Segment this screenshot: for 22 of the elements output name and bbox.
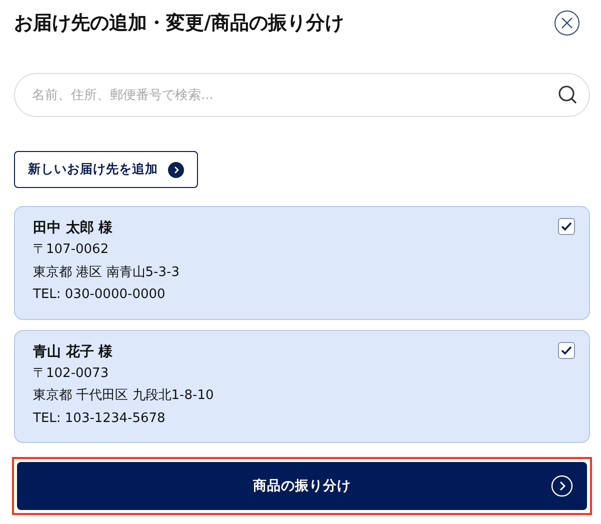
address-card[interactable]: 青山 花子 様 〒102-0073 東京都 千代田区 九段北1-8-10 TEL: 103-1234-5678 <box>14 330 590 443</box>
close-icon[interactable] <box>554 10 580 36</box>
street-address: 東京都 港区 南青山5-3-3 <box>33 264 180 282</box>
check-icon <box>561 346 572 354</box>
chevron-icon <box>551 475 573 497</box>
search-icon <box>558 85 578 105</box>
assign-items-button[interactable]: 商品の振り分け <box>17 462 587 510</box>
chevron-icon <box>168 162 184 178</box>
check-icon <box>561 222 572 231</box>
recipient-name: 青山 花子 様 <box>33 342 113 362</box>
checkbox[interactable] <box>558 342 575 358</box>
address-card[interactable]: 田中 太郎 様 〒107-0062 東京都 港区 南青山5-3-3 TEL: 030-0000-0000 <box>14 206 590 320</box>
dialog-title: お届け先の追加・変更/商品の振り分け <box>14 11 344 36</box>
add-address-button[interactable]: 新しいお届け先を追加 <box>14 151 198 188</box>
checkbox[interactable] <box>558 218 575 235</box>
search-field[interactable]: 名前、住所、郵便番号で検索... <box>14 73 590 117</box>
street-address: 東京都 千代田区 九段北1-8-10 <box>33 387 214 405</box>
phone-number: TEL: 030-0000-0000 <box>33 286 166 304</box>
recipient-name: 田中 太郎 様 <box>33 218 113 238</box>
postal-code: 〒102-0073 <box>33 364 109 382</box>
phone-number: TEL: 103-1234-5678 <box>33 410 166 428</box>
postal-code: 〒107-0062 <box>33 241 109 259</box>
